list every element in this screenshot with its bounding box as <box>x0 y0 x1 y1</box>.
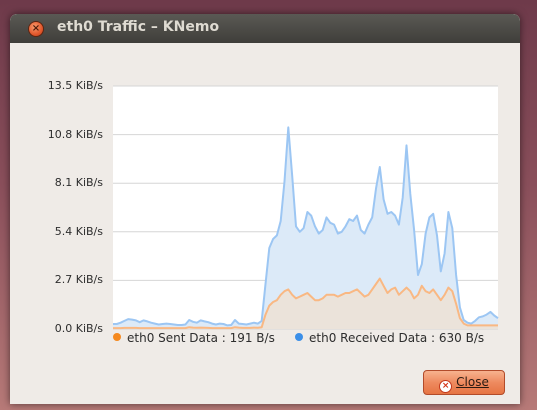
content-area: 13.5 KiB/s 10.8 KiB/s 8.1 KiB/s 5.4 KiB/s 2.… <box>10 43 520 404</box>
traffic-chart <box>113 85 499 330</box>
y-tick-label: 5.4 KiB/s <box>54 224 103 238</box>
title-bar: × eth0 Traffic – KNemo <box>10 14 520 43</box>
y-tick-label: 2.7 KiB/s <box>54 273 103 287</box>
y-tick-label: 13.5 KiB/s <box>47 79 103 92</box>
y-tick-label: 8.1 KiB/s <box>54 176 103 190</box>
window-title: eth0 Traffic – KNemo <box>57 19 220 35</box>
close-circle-icon: × <box>439 380 453 393</box>
y-tick-label: 0.0 KiB/s <box>54 322 103 335</box>
close-button-label: Close <box>456 375 489 389</box>
window-close-icon[interactable]: × <box>28 21 44 37</box>
legend-received: eth0 Received Data : 630 B/s <box>295 331 484 345</box>
legend-received-label: eth0 Received Data : 630 B/s <box>309 331 485 345</box>
close-button[interactable]: × Close <box>423 370 505 395</box>
knemo-traffic-window: × eth0 Traffic – KNemo 13.5 KiB/s 10.8 Ki… <box>10 14 520 404</box>
legend-sent-label: eth0 Sent Data : 191 B/s <box>127 331 275 345</box>
y-tick-label: 10.8 KiB/s <box>47 127 103 141</box>
received-color-icon <box>295 333 303 341</box>
legend-sent: eth0 Sent Data : 191 B/s <box>113 331 275 345</box>
sent-color-icon <box>113 333 121 341</box>
